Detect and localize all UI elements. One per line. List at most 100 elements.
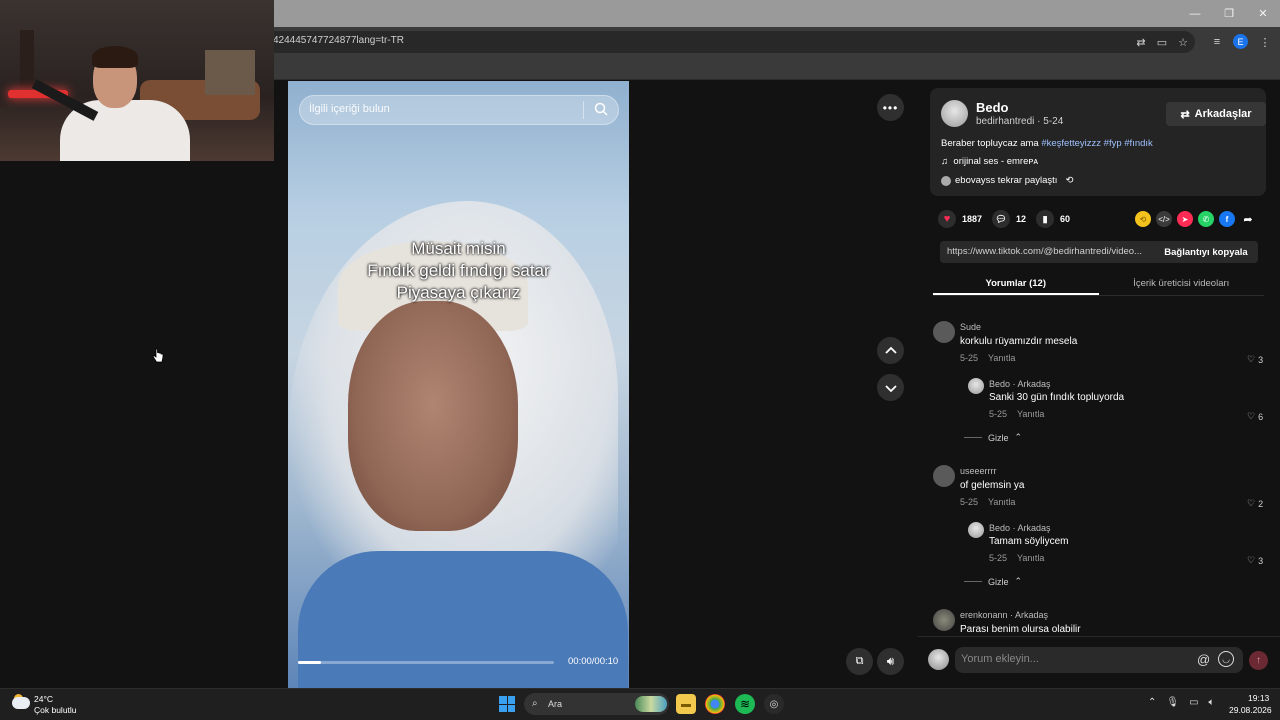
clock-date[interactable]: 29.08.2026 (1229, 705, 1272, 715)
comment-date: 5-25 (960, 353, 979, 363)
like-stat[interactable]: ♥ 1887 (938, 210, 982, 228)
reply-link[interactable]: Yanıtla (1017, 409, 1044, 419)
comment-like[interactable]: ♡ 3 (1247, 354, 1263, 365)
hashtag-link[interactable]: #fındık (1124, 138, 1153, 149)
panel-tabs: Yorumlar (12) İçerik üreticisi videoları (933, 274, 1264, 296)
friends-button[interactable]: ⇄ Arkadaşlar (1166, 102, 1266, 126)
menu-kebab-icon[interactable]: ⋮ (1256, 33, 1274, 51)
whatsapp-icon[interactable]: ✆ (1198, 211, 1214, 227)
heart-outline-icon[interactable]: ♡ (1247, 411, 1255, 422)
chevron-up-icon[interactable]: ⌃ (1148, 697, 1156, 708)
caption-line: Fındık geldi fındıgı satar (367, 261, 550, 280)
heart-outline-icon[interactable]: ♡ (1247, 555, 1255, 566)
chrome-icon[interactable] (705, 694, 725, 714)
reply-date: 5-25 (989, 409, 1008, 419)
description-text: Beraber topluycaz ama (941, 138, 1042, 149)
chevron-up-icon (884, 346, 897, 354)
sound-link[interactable]: ♫ orijinal ses - emreᴘᴀ (941, 156, 1038, 167)
hashtag-link[interactable]: #keşfetteyizzz (1041, 138, 1101, 149)
speaker-icon[interactable]: 🔈︎ (1209, 697, 1215, 708)
video-progress-bar[interactable] (298, 661, 554, 664)
send-comment-button[interactable]: ↑ (1249, 651, 1268, 670)
bookmark-star-icon[interactable]: ☆ (1174, 33, 1192, 51)
heart-outline-icon[interactable]: ♡ (1247, 498, 1255, 509)
url-text[interactable]: 424445747724877lang=tr-TR (273, 35, 404, 46)
more-options-button[interactable]: ••• (877, 94, 904, 121)
weather-description[interactable]: Çok bulutlu (34, 705, 77, 715)
previous-video-button[interactable] (877, 337, 904, 364)
repost-icon: ⟲ (1065, 175, 1074, 186)
swap-icon: ⇄ (1180, 108, 1190, 121)
reply-link[interactable]: Yanıtla (988, 353, 1015, 363)
weather-cloud-icon[interactable] (12, 697, 30, 709)
comment-meta: 5-25 Yanıtla (960, 353, 1015, 363)
search-icon[interactable] (593, 101, 609, 117)
next-video-button[interactable] (877, 374, 904, 401)
reply-avatar[interactable] (968, 378, 984, 394)
heart-icon[interactable]: ♥ (938, 210, 956, 228)
send-to-friend-icon[interactable]: ➤ (1177, 211, 1193, 227)
minimize-icon[interactable]: — (1178, 0, 1212, 27)
reply-like-count: 3 (1258, 555, 1264, 566)
file-explorer-icon[interactable]: ▬ (676, 694, 696, 714)
author-avatar[interactable] (941, 100, 968, 127)
translate-icon[interactable]: ⇄ (1132, 33, 1150, 51)
comment-text: of gelemsin ya (960, 480, 1025, 491)
comment-author[interactable]: useeerrrr (960, 466, 997, 476)
comment-like[interactable]: ♡ 2 (1247, 498, 1263, 509)
cast-icon[interactable]: ▭ (1153, 33, 1171, 51)
share-arrow-icon[interactable]: ➦ (1240, 211, 1256, 227)
commenter-avatar[interactable] (933, 321, 955, 343)
close-icon[interactable]: ✕ (1246, 0, 1280, 27)
video-link-text[interactable]: https://www.tiktok.com/@bedirhantredi/vi… (947, 246, 1152, 257)
sound-title: orijinal ses - emreᴘᴀ (953, 156, 1039, 167)
floating-player-button[interactable]: ⧉ (846, 648, 873, 675)
profile-avatar[interactable]: E (1233, 34, 1248, 49)
heart-outline-icon[interactable]: ♡ (1247, 354, 1255, 365)
video-player[interactable]: İlgili içeriği bulun Müsait misin Fındık… (288, 81, 629, 688)
video-search-placeholder: İlgili içeriği bulun (309, 103, 390, 115)
commenter-avatar[interactable] (933, 465, 955, 487)
restore-icon[interactable]: ❐ (1212, 0, 1246, 27)
embed-icon[interactable]: </> (1156, 211, 1172, 227)
repost-share-icon[interactable]: ⟲ (1135, 211, 1151, 227)
emoji-icon[interactable]: ◡ (1218, 651, 1234, 667)
volume-button[interactable]: 🔊︎ (877, 648, 904, 675)
search-highlight-image[interactable] (635, 696, 667, 712)
app-icon[interactable]: ◎ (764, 694, 784, 714)
spotify-icon[interactable]: ≋ (735, 694, 755, 714)
comment-author[interactable]: erenkonann · Arkadaş (960, 610, 1048, 620)
reply-like[interactable]: ♡ 6 (1247, 411, 1263, 422)
reading-list-icon[interactable]: ≡ (1208, 33, 1226, 51)
hashtag-link[interactable]: #fyp (1104, 138, 1122, 149)
repost-text: ebovayss tekrar paylaştı (955, 175, 1058, 186)
windows-start-icon[interactable] (499, 696, 515, 712)
reply-text: Sanki 30 gün fındık topluyorda (989, 392, 1125, 403)
comment-author[interactable]: Sude (960, 322, 981, 332)
reply-author[interactable]: Bedo · Arkadaş (989, 379, 1051, 389)
hide-replies-button[interactable]: Gizle ⌃ (964, 576, 1022, 587)
microphone-icon[interactable]: 🎙︎ (1166, 697, 1179, 708)
author-name[interactable]: Bedo (976, 100, 1009, 115)
reply-avatar[interactable] (968, 522, 984, 538)
reply-like[interactable]: ♡ 3 (1247, 555, 1263, 566)
bookmark-icon[interactable]: ▮ (1036, 210, 1055, 228)
reply-link[interactable]: Yanıtla (988, 497, 1015, 507)
save-stat[interactable]: ▮ 60 (1036, 210, 1070, 228)
comment-icon[interactable]: 💬︎ (992, 210, 1011, 228)
commenter-avatar[interactable] (933, 609, 955, 631)
weather-temperature[interactable]: 24°C (34, 694, 53, 704)
reply-text: Tamam söyliycem (989, 536, 1069, 547)
clock-time[interactable]: 19:13 (1248, 693, 1269, 703)
tab-comments[interactable]: Yorumlar (12) (933, 274, 1099, 295)
copy-link-button[interactable]: Bağlantıyı kopyala (1155, 242, 1257, 262)
caption-line: Piyasaya çıkarız (396, 283, 521, 302)
reply-author[interactable]: Bedo · Arkadaş (989, 523, 1051, 533)
mention-icon[interactable]: @ (1197, 652, 1210, 667)
network-icon[interactable]: ▭ (1189, 697, 1198, 708)
reply-link[interactable]: Yanıtla (1017, 553, 1044, 563)
tab-creator-videos[interactable]: İçerik üreticisi videoları (1099, 274, 1265, 295)
comment-stat[interactable]: 💬︎ 12 (992, 210, 1026, 228)
facebook-icon[interactable]: f (1219, 211, 1235, 227)
hide-replies-button[interactable]: Gizle ⌃ (964, 432, 1022, 443)
